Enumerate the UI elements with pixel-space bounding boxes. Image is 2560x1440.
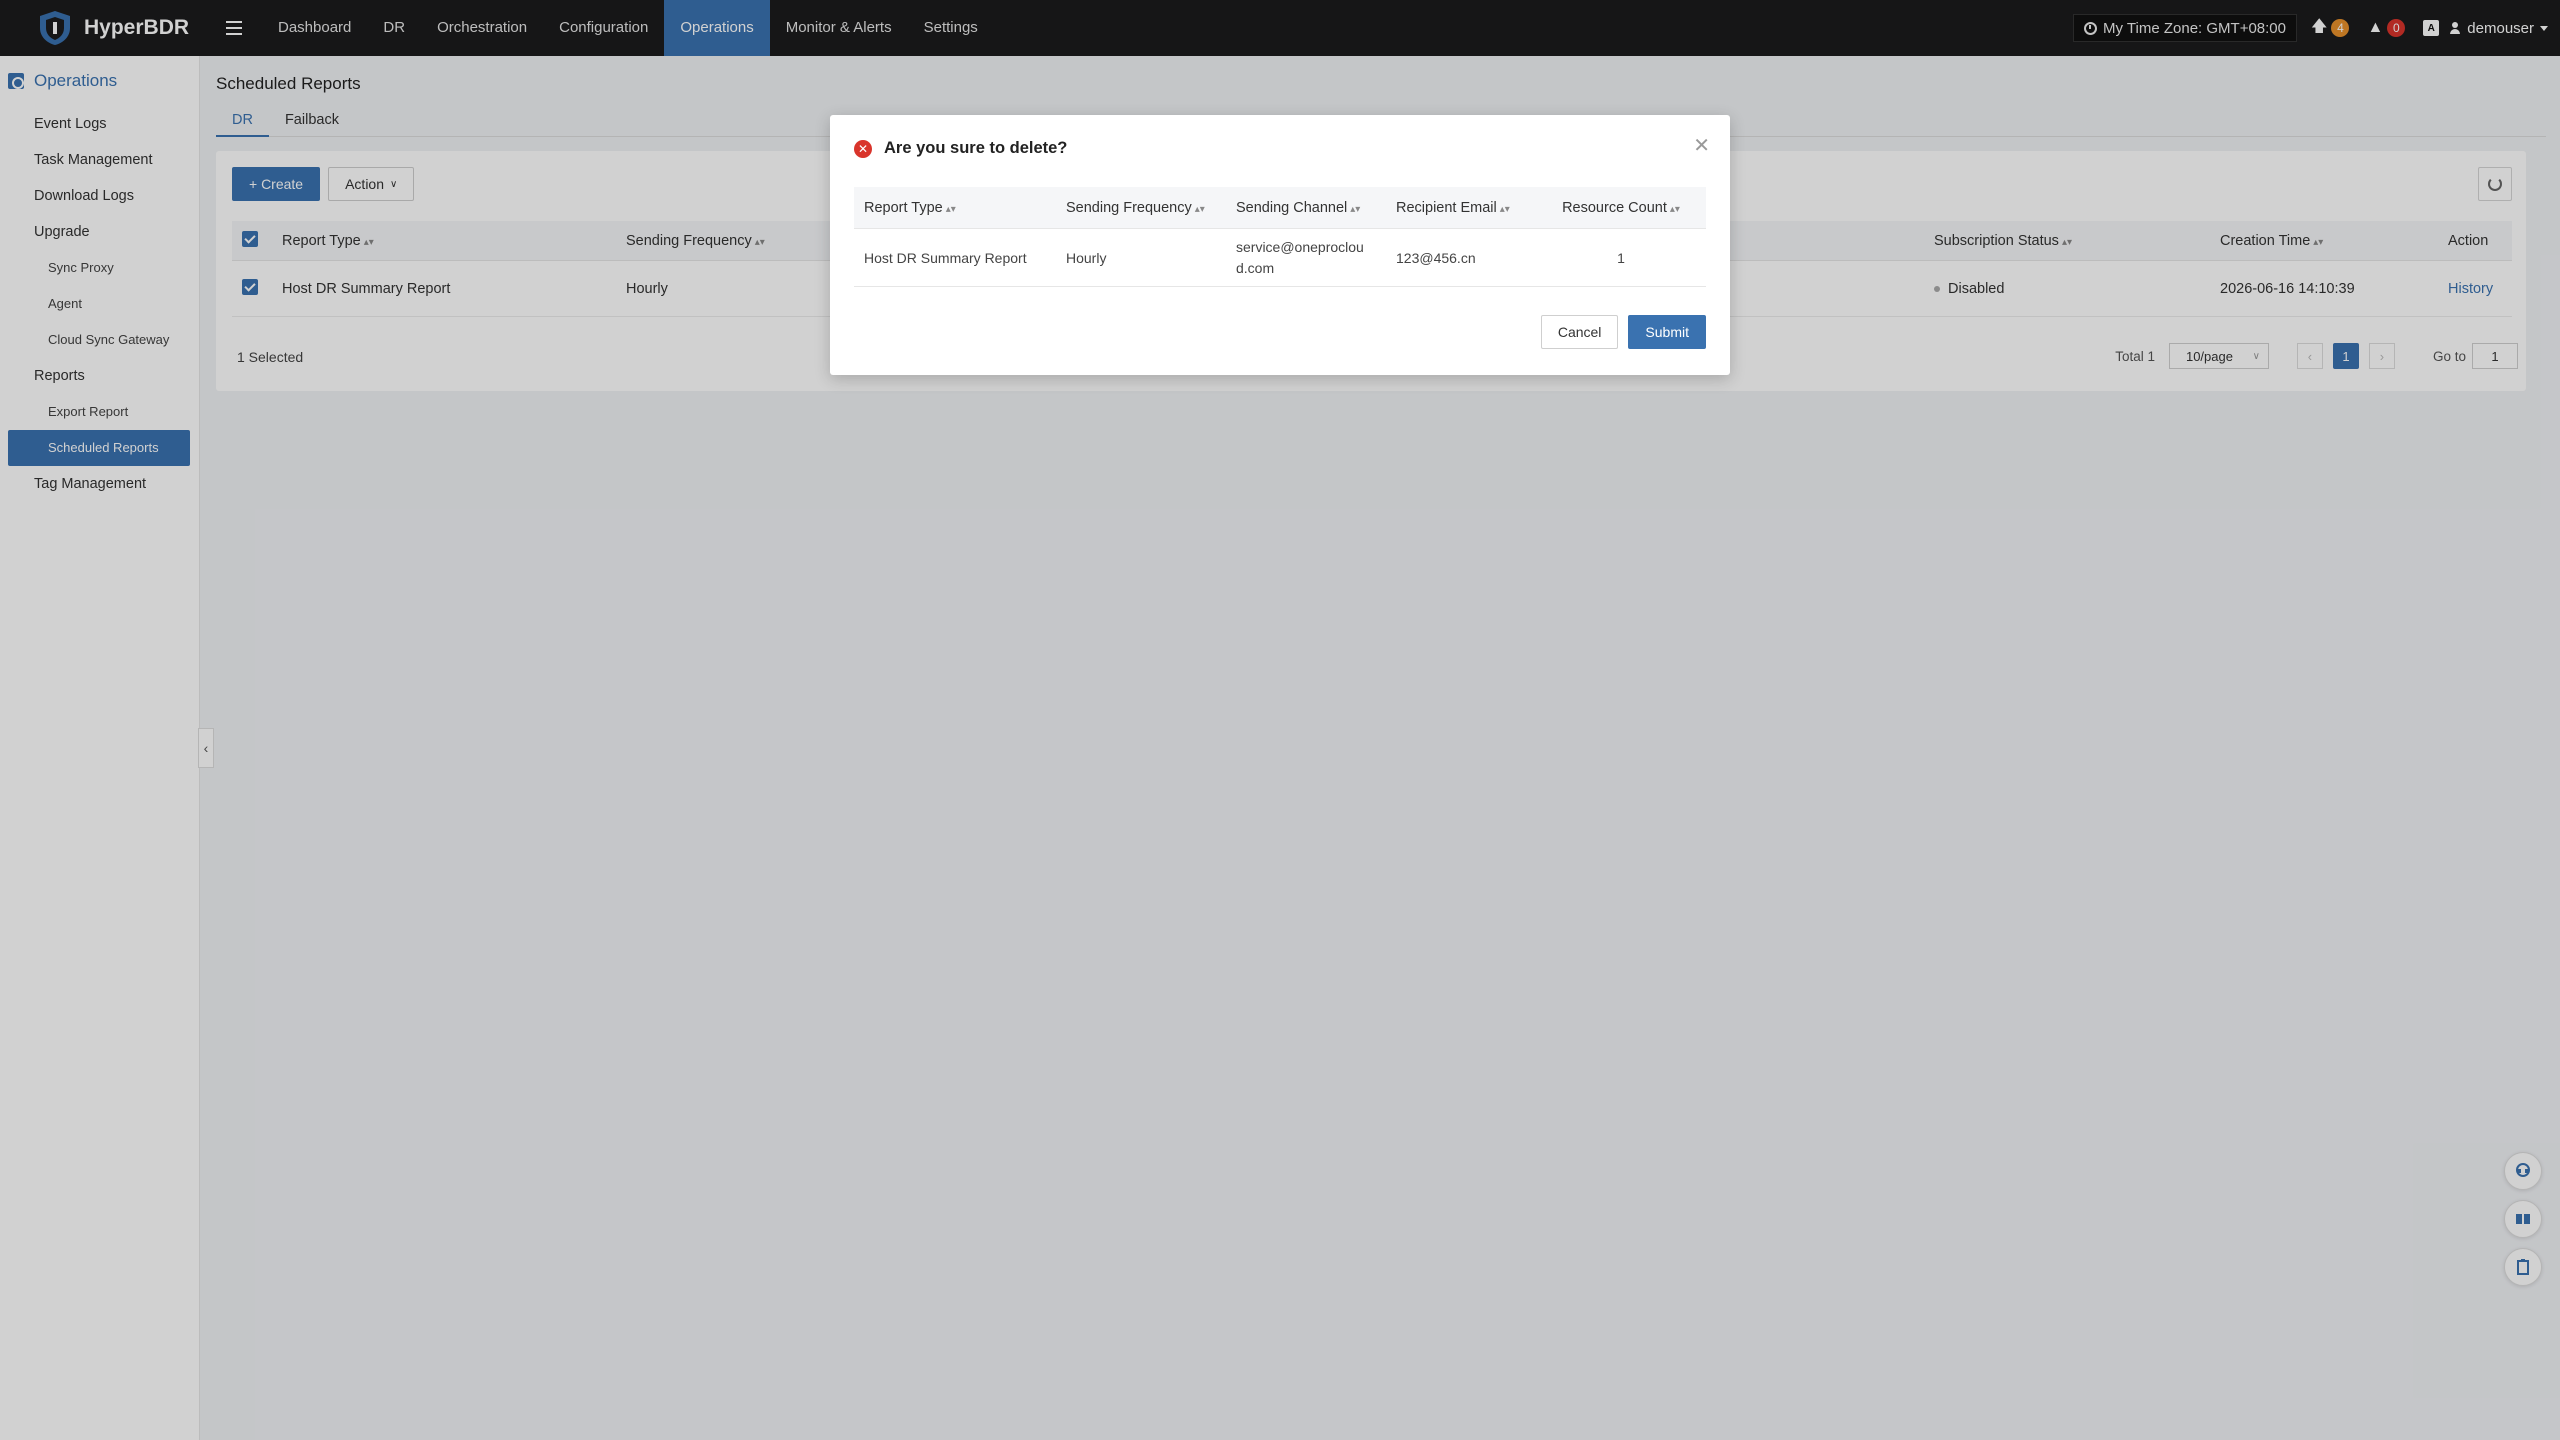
dialog-col-report-type-label: Report Type [864,199,943,216]
dialog-col-recipient-email[interactable]: Recipient Email ▴▾ [1386,200,1536,216]
sort-icon: ▴▾ [945,203,956,215]
dialog-col-sending-frequency-label: Sending Frequency [1066,199,1192,216]
dialog-cell-sending-frequency: Hourly [1066,249,1107,266]
sort-icon: ▴▾ [1499,203,1510,215]
error-icon: ✕ [854,139,872,158]
close-icon[interactable]: ✕ [1693,133,1710,158]
dialog-table-row: Host DR Summary Report Hourly service@on… [854,229,1706,287]
dialog-cell-sending-channel: service@oneproclou d.com [1236,238,1364,276]
dialog-col-resource-count-label: Resource Count [1562,199,1667,216]
sort-icon: ▴▾ [1350,203,1361,215]
dialog-header: ✕ Are you sure to delete? [854,139,1067,158]
delete-confirm-dialog: ✕ Are you sure to delete? ✕ Report Type ▴… [830,115,1730,375]
dialog-cell-recipient-email: 123@456.cn [1396,249,1476,266]
dialog-cell-report-type: Host DR Summary Report [864,249,1027,266]
dialog-table: Report Type ▴▾ Sending Frequency ▴▾ Sendin… [854,187,1706,287]
dialog-col-report-type[interactable]: Report Type ▴▾ [854,200,1056,216]
dialog-col-sending-channel-label: Sending Channel [1236,199,1348,216]
dialog-title: Are you sure to delete? [884,139,1068,157]
dialog-col-sending-frequency[interactable]: Sending Frequency ▴▾ [1056,200,1226,216]
cancel-button[interactable]: Cancel [1540,315,1619,349]
dialog-buttons: Cancel Submit [1540,315,1706,349]
dialog-cell-resource-count: 1 [1617,249,1625,266]
dialog-col-recipient-email-label: Recipient Email [1396,199,1497,216]
dialog-col-resource-count[interactable]: Resource Count ▴▾ [1536,200,1706,216]
submit-button[interactable]: Submit [1628,315,1706,349]
dialog-col-sending-channel[interactable]: Sending Channel ▴▾ [1226,200,1386,216]
dialog-table-header: Report Type ▴▾ Sending Frequency ▴▾ Sendin… [854,187,1706,229]
sort-icon: ▴▾ [1194,203,1205,215]
sort-icon: ▴▾ [1669,203,1680,215]
